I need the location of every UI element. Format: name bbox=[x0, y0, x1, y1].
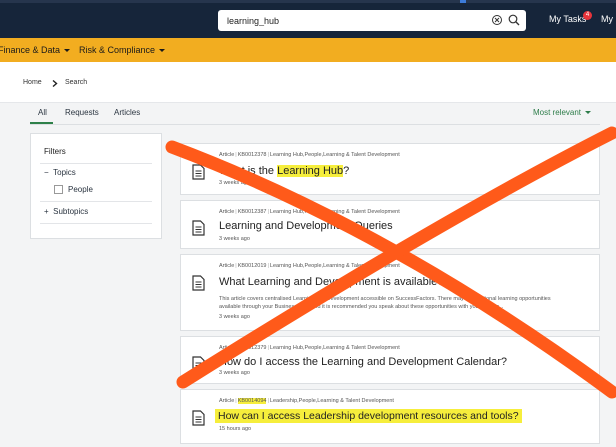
result-topics: Leadership,People,Learning & Talent Deve… bbox=[269, 398, 394, 404]
chevron-down-icon bbox=[159, 49, 166, 53]
tab-all[interactable]: All bbox=[38, 108, 47, 117]
breadcrumb-home[interactable]: Home bbox=[23, 79, 42, 86]
result-type: Article bbox=[219, 398, 235, 404]
result-meta: Article|KB0012379|Learning Hub,People,Le… bbox=[219, 345, 400, 351]
result-title[interactable]: What Learning and Development is availab… bbox=[219, 276, 443, 288]
result-kb[interactable]: KB0014094 bbox=[237, 398, 267, 404]
result-kb[interactable]: KB0012019 bbox=[238, 263, 267, 269]
main-menu: Finance & Data Risk & Compliance bbox=[0, 38, 616, 62]
filters-title: Filters bbox=[44, 147, 66, 156]
result-meta: Article|KB0012378|Learning Hub,People,Le… bbox=[219, 152, 400, 158]
expand-icon: + bbox=[44, 207, 49, 216]
my-tasks-link[interactable]: My Tasks bbox=[549, 14, 586, 24]
divider bbox=[40, 163, 152, 164]
tasks-count-badge: 4 bbox=[583, 11, 592, 20]
people-label: People bbox=[68, 185, 93, 194]
subtopics-toggle[interactable]: + Subtopics bbox=[44, 207, 88, 216]
result-type: Article bbox=[219, 345, 235, 351]
result-age: 3 weeks ago bbox=[219, 236, 250, 242]
result-title[interactable]: How do I access the Learning and Develop… bbox=[219, 356, 507, 368]
result-card[interactable]: Article|KB0012019|Learning Hub,People,Le… bbox=[180, 254, 600, 331]
result-age: 3 weeks ago bbox=[219, 370, 250, 376]
strip-accent bbox=[460, 0, 466, 3]
menu-risk-compliance[interactable]: Risk & Compliance bbox=[79, 45, 166, 55]
result-meta: Article|KB0012019|Learning Hub,People,Le… bbox=[219, 263, 400, 269]
search-box[interactable] bbox=[218, 10, 526, 31]
result-title[interactable]: What is the Learning Hub? bbox=[219, 165, 349, 177]
search-icon[interactable] bbox=[507, 13, 521, 27]
result-description: This article covers centralised Learning… bbox=[219, 296, 551, 310]
result-topics: Learning Hub,People,Learning & Talent De… bbox=[269, 345, 400, 351]
sort-label: Most relevant bbox=[533, 108, 582, 117]
result-type: Article bbox=[219, 152, 235, 158]
search-input[interactable] bbox=[218, 10, 478, 31]
sort-dropdown[interactable]: Most relevant bbox=[533, 108, 592, 117]
breadcrumb-current: Search bbox=[65, 79, 88, 86]
result-type: Article bbox=[219, 209, 235, 215]
result-kb[interactable]: KB0012378 bbox=[238, 152, 267, 158]
result-topics: Learning Hub,People,Learning & Talent De… bbox=[269, 209, 400, 215]
result-title[interactable]: How can I access Leadership development … bbox=[215, 409, 522, 423]
menu-finance-data[interactable]: Finance & Data bbox=[0, 45, 71, 55]
tab-requests[interactable]: Requests bbox=[65, 108, 99, 117]
menu-label: Risk & Compliance bbox=[79, 45, 156, 55]
people-checkbox[interactable] bbox=[54, 185, 63, 194]
result-age: 15 hours ago bbox=[219, 426, 252, 432]
result-kb[interactable]: KB0012379 bbox=[238, 345, 267, 351]
result-topics: Learning Hub,People,Learning & Talent De… bbox=[269, 263, 400, 269]
result-topics: Learning Hub,People,Learning & Talent De… bbox=[269, 152, 400, 158]
document-icon bbox=[192, 275, 205, 291]
title-text: ? bbox=[343, 165, 350, 177]
filters-panel: Filters − Topics People + Subtopics bbox=[30, 133, 162, 239]
divider bbox=[40, 223, 152, 224]
tab-articles[interactable]: Articles bbox=[114, 108, 140, 117]
document-icon bbox=[192, 164, 205, 180]
result-meta: Article|KB0014094|Leadership,People,Lear… bbox=[219, 398, 394, 404]
divider bbox=[40, 201, 152, 202]
result-type: Article bbox=[219, 263, 235, 269]
chevron-down-icon bbox=[585, 111, 592, 115]
subtopics-label: Subtopics bbox=[53, 207, 89, 216]
collapse-icon: − bbox=[44, 168, 49, 177]
document-icon bbox=[192, 410, 205, 426]
result-age: 3 weeks ago bbox=[219, 180, 250, 186]
chevron-down-icon bbox=[64, 49, 71, 53]
clear-icon[interactable] bbox=[490, 13, 504, 27]
top-nav: My Tasks 4 My bbox=[0, 0, 616, 38]
chevron-right-icon bbox=[52, 80, 58, 87]
title-highlight: Learning Hub bbox=[277, 165, 344, 177]
result-age: 3 weeks ago bbox=[219, 314, 250, 320]
topics-toggle[interactable]: − Topics bbox=[44, 168, 76, 177]
result-title[interactable]: Learning and Development Queries bbox=[219, 220, 393, 232]
tab-divider bbox=[30, 124, 600, 125]
breadcrumb-bar: Home Search bbox=[0, 62, 616, 103]
result-card[interactable]: Article|KB0012378|Learning Hub,People,Le… bbox=[180, 143, 600, 195]
result-card[interactable]: Article|KB0014094|Leadership,People,Lear… bbox=[180, 389, 600, 444]
result-kb[interactable]: KB0012387 bbox=[238, 209, 267, 215]
menu-label: Finance & Data bbox=[0, 45, 61, 55]
document-icon bbox=[192, 220, 205, 236]
title-text: What is the bbox=[219, 165, 278, 177]
result-meta: Article|KB0012387|Learning Hub,People,Le… bbox=[219, 209, 400, 215]
document-icon bbox=[192, 356, 205, 372]
top-strip bbox=[0, 0, 616, 3]
result-card[interactable]: Article|KB0012387|Learning Hub,People,Le… bbox=[180, 200, 600, 249]
result-card[interactable]: Article|KB0012379|Learning Hub,People,Le… bbox=[180, 336, 600, 384]
topics-label: Topics bbox=[53, 168, 76, 177]
my-menu-link[interactable]: My bbox=[601, 14, 613, 24]
